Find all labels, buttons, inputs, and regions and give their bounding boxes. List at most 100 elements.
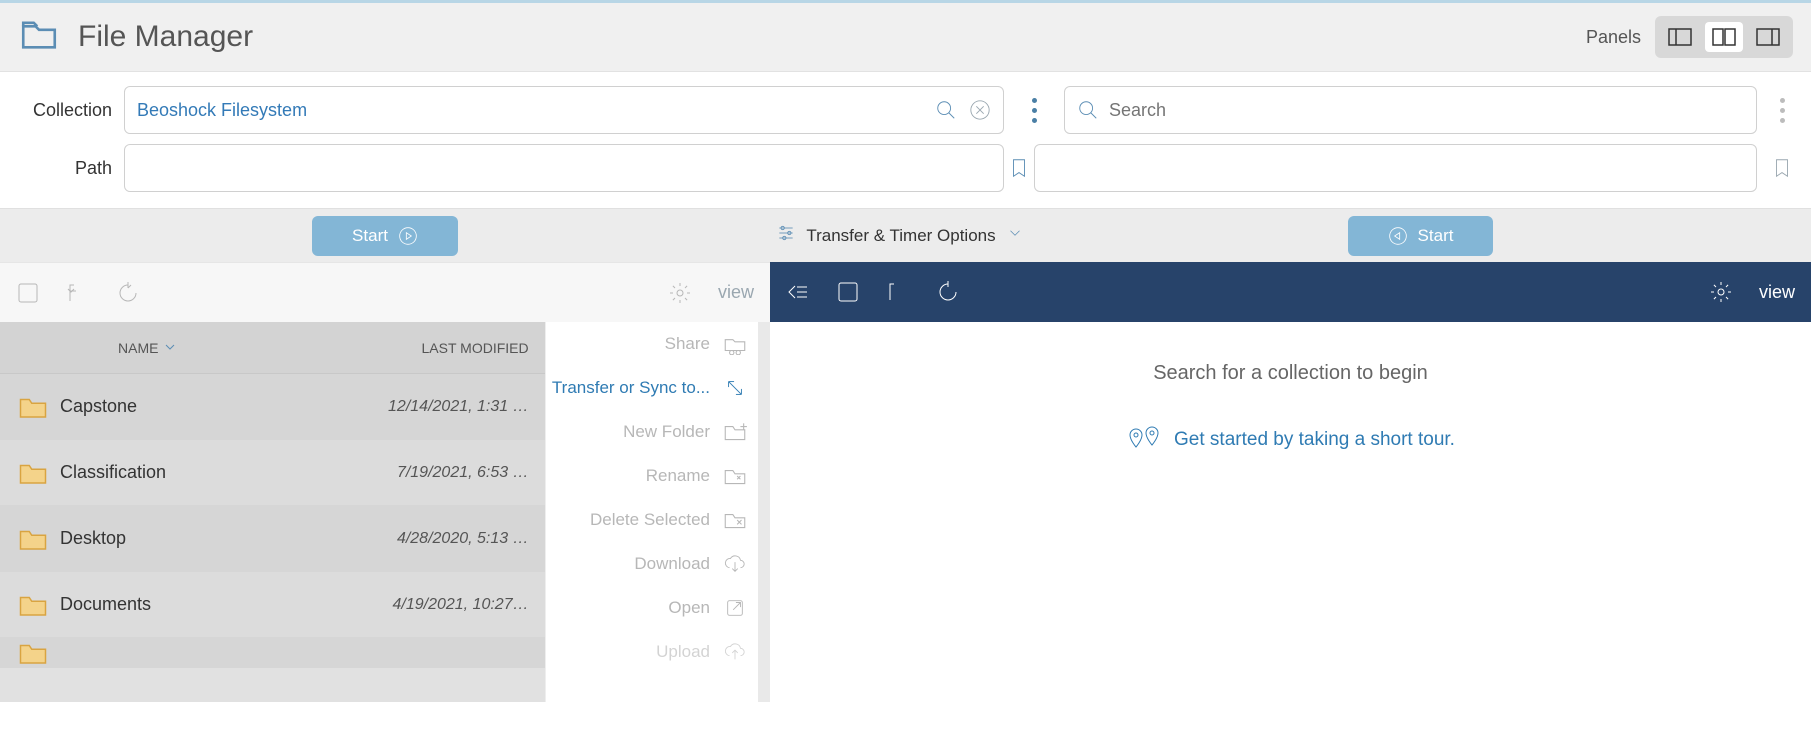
column-name-label: NAME (118, 340, 158, 356)
right-pane-toolbar: view (770, 262, 1811, 322)
transfer-action-bar: Start Transfer & Timer Options Start (0, 208, 1811, 262)
pane-toolbars: view view (0, 262, 1811, 322)
transfer-options-toggle[interactable]: Transfer & Timer Options (770, 223, 1030, 248)
sort-caret-icon (164, 340, 176, 356)
rename-icon (722, 465, 748, 487)
column-name[interactable]: NAME (60, 340, 345, 356)
app-title: File Manager (78, 20, 253, 54)
share-icon (722, 333, 748, 355)
download-cloud-icon (722, 553, 748, 575)
app-header: File Manager Panels (0, 0, 1811, 72)
take-tour-link[interactable]: Get started by taking a short tour. (1126, 425, 1455, 455)
panels-label: Panels (1586, 27, 1641, 48)
app-folder-icon (18, 14, 60, 61)
play-circle-left-icon (1388, 226, 1408, 246)
file-row[interactable]: Documents 4/19/2021, 10:27… (0, 572, 545, 638)
collection-search-icon[interactable] (935, 99, 957, 121)
up-folder-icon[interactable] (66, 281, 90, 305)
start-right-label: Start (1418, 226, 1454, 246)
path-input[interactable] (137, 158, 991, 179)
collection-field[interactable]: Beoshock Filesystem (124, 86, 1004, 134)
action-delete[interactable]: Delete Selected (546, 498, 770, 542)
action-rename[interactable]: Rename (546, 454, 770, 498)
right-pane-empty-message: Search for a collection to begin (770, 362, 1811, 385)
panel-layout-right[interactable] (1749, 22, 1787, 52)
panel-layout-left[interactable] (1661, 22, 1699, 52)
collapse-side-menu-icon[interactable] (786, 280, 810, 304)
file-row[interactable]: Desktop 4/28/2020, 5:13 … (0, 506, 545, 572)
chevron-down-icon (1006, 224, 1024, 247)
folder-icon (0, 394, 60, 420)
file-list: NAME LAST MODIFIED Capstone 12/14/2021, … (0, 322, 545, 702)
left-pane-toolbar: view (0, 262, 770, 322)
action-download[interactable]: Download (546, 542, 770, 586)
folder-icon (0, 526, 60, 552)
start-transfer-left-button[interactable]: Start (312, 216, 458, 256)
column-modified-label: LAST MODIFIED (422, 340, 529, 356)
action-open[interactable]: Open (546, 586, 770, 630)
file-name: Desktop (60, 528, 345, 549)
file-modified: 4/19/2021, 10:27… (345, 596, 545, 614)
search-icon (1077, 99, 1099, 121)
action-side-menu: Share Transfer or Sync to... New Folder … (545, 322, 770, 702)
right-view-settings-gear-icon[interactable] (1709, 280, 1733, 304)
left-view-label[interactable]: view (718, 282, 754, 303)
file-modified: 4/28/2020, 5:13 … (345, 530, 545, 548)
right-collection-search[interactable] (1064, 86, 1757, 134)
action-transfer-sync[interactable]: Transfer or Sync to... (546, 366, 770, 410)
left-pane: NAME LAST MODIFIED Capstone 12/14/2021, … (0, 322, 770, 702)
action-share[interactable]: Share (546, 322, 770, 366)
folder-icon (0, 592, 60, 618)
file-modified: 12/14/2021, 1:31 … (345, 398, 545, 416)
collection-value: Beoshock Filesystem (137, 100, 307, 121)
file-row[interactable] (0, 638, 545, 668)
main-split: NAME LAST MODIFIED Capstone 12/14/2021, … (0, 322, 1811, 702)
refresh-icon[interactable] (116, 281, 140, 305)
file-row[interactable]: Classification 7/19/2021, 6:53 … (0, 440, 545, 506)
right-refresh-icon[interactable] (936, 280, 960, 304)
select-all-checkbox[interactable] (16, 281, 40, 305)
location-fields: Collection Beoshock Filesystem Path (0, 72, 1811, 208)
new-folder-icon (722, 421, 748, 443)
right-path-field[interactable] (1034, 144, 1757, 192)
take-tour-label: Get started by taking a short tour. (1174, 429, 1455, 451)
action-new-folder[interactable]: New Folder (546, 410, 770, 454)
file-list-header: NAME LAST MODIFIED (0, 322, 545, 374)
right-up-folder-icon[interactable] (886, 280, 910, 304)
bookmark-icon[interactable] (1008, 157, 1030, 179)
right-more-menu-icon[interactable] (1767, 98, 1797, 123)
folder-icon (0, 640, 60, 666)
panel-layout-switch (1655, 16, 1793, 58)
right-path-input[interactable] (1047, 158, 1744, 179)
file-name: Classification (60, 462, 345, 483)
start-left-label: Start (352, 226, 388, 246)
transfer-options-label: Transfer & Timer Options (806, 226, 995, 246)
file-modified: 7/19/2021, 6:53 … (345, 464, 545, 482)
right-view-label[interactable]: view (1759, 282, 1795, 303)
open-external-icon (722, 597, 748, 619)
start-transfer-right-button[interactable]: Start (1348, 216, 1494, 256)
file-name: Documents (60, 594, 345, 615)
path-field[interactable] (124, 144, 1004, 192)
upload-cloud-icon (722, 641, 748, 663)
right-pane: Search for a collection to begin Get sta… (770, 322, 1811, 702)
right-collection-search-input[interactable] (1109, 100, 1744, 121)
file-name: Capstone (60, 396, 345, 417)
play-circle-icon (398, 226, 418, 246)
map-pins-icon (1126, 425, 1164, 455)
action-upload[interactable]: Upload (546, 630, 770, 674)
path-label: Path (14, 158, 124, 179)
panel-layout-split[interactable] (1705, 22, 1743, 52)
column-modified[interactable]: LAST MODIFIED (345, 340, 545, 356)
left-more-menu-icon[interactable] (1019, 98, 1049, 123)
right-bookmark-icon[interactable] (1767, 157, 1797, 179)
collection-clear-icon[interactable] (969, 99, 991, 121)
right-select-all-checkbox[interactable] (836, 280, 860, 304)
sliders-icon (776, 223, 796, 248)
transfer-arrows-icon (722, 377, 748, 399)
file-row[interactable]: Capstone 12/14/2021, 1:31 … (0, 374, 545, 440)
collection-label: Collection (14, 100, 124, 121)
view-settings-gear-icon[interactable] (668, 281, 692, 305)
folder-icon (0, 460, 60, 486)
delete-icon (722, 509, 748, 531)
